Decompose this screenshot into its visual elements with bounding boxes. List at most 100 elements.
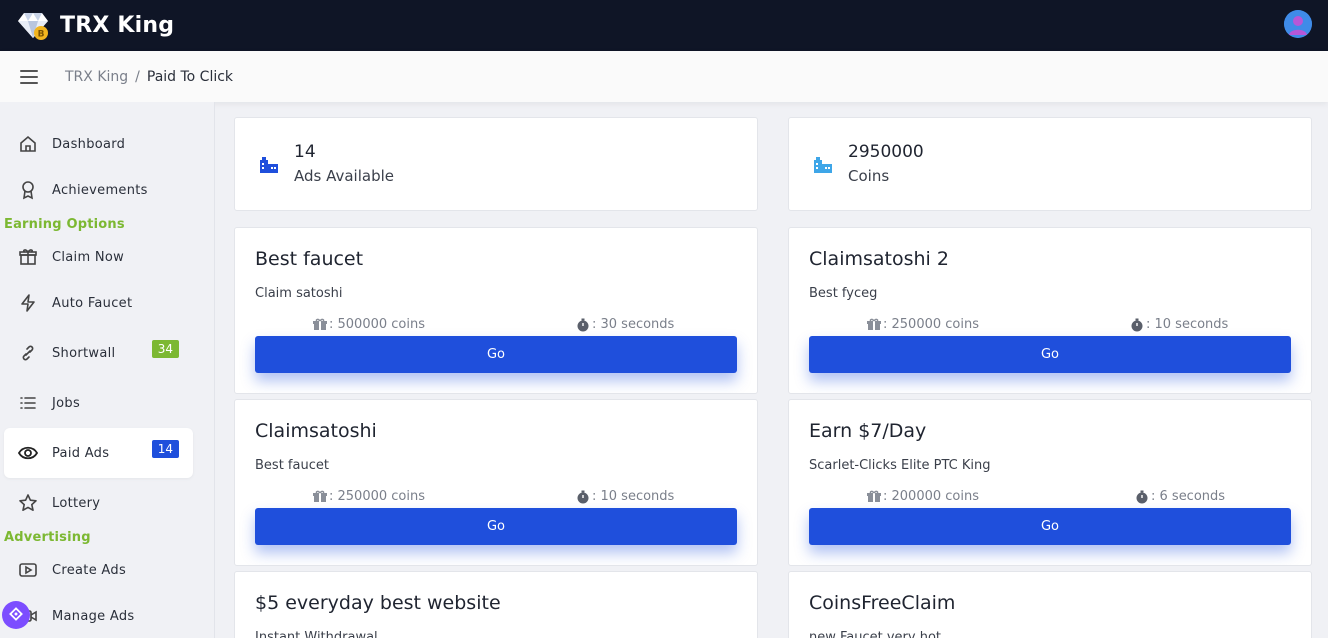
go-button[interactable]: Go <box>809 336 1291 373</box>
paid-ads-count-badge: 14 <box>151 440 179 458</box>
gift-icon <box>867 490 881 502</box>
sidebar-item-achievements[interactable]: Achievements <box>4 170 193 210</box>
ad-description: Instant Withdrawal <box>255 630 378 638</box>
list-icon <box>18 393 38 413</box>
coins-value: 2950000 <box>848 142 924 162</box>
ad-card: Claimsatoshi Best faucet : 250000 coins … <box>234 399 758 566</box>
stopwatch-icon <box>1136 490 1148 503</box>
gift-icon <box>313 490 327 502</box>
ad-reward: : 500000 coins <box>313 317 425 332</box>
breadcrumb: TRX King / Paid To Click <box>65 69 233 85</box>
breadcrumb-separator: / <box>135 68 140 85</box>
ad-duration: : 10 seconds <box>1130 317 1228 332</box>
gift-icon <box>18 247 38 267</box>
ad-duration-text: : 30 seconds <box>592 317 675 332</box>
ad-card: Best faucet Claim satoshi : 500000 coins… <box>234 227 758 394</box>
ad-description: Best fyceg <box>809 286 878 301</box>
sidebar-item-label: Shortwall <box>52 345 116 361</box>
ad-reward-text: : 250000 coins <box>883 317 979 332</box>
shortwall-count-badge: 34 <box>151 340 179 358</box>
sidebar-item-label: Achievements <box>52 182 148 198</box>
sidebar-item-lottery[interactable]: Lottery <box>4 483 193 523</box>
play-icon <box>18 560 38 580</box>
ad-card: $5 everyday best website Instant Withdra… <box>234 571 758 638</box>
floating-action-button[interactable] <box>2 601 30 629</box>
home-icon <box>18 134 38 154</box>
sidebar-item-label: Lottery <box>52 495 101 511</box>
ad-reward-text: : 200000 coins <box>883 489 979 504</box>
sidebar-item-label: Manage Ads <box>52 608 135 624</box>
building-icon <box>813 156 833 178</box>
sidebar-item-jobs[interactable]: Jobs <box>4 383 193 423</box>
brand[interactable]: B TRX King <box>16 11 174 41</box>
ad-duration: : 30 seconds <box>576 317 674 332</box>
ad-title: Claimsatoshi 2 <box>809 248 949 270</box>
ad-reward-text: : 250000 coins <box>329 489 425 504</box>
ads-available-card: 14 Ads Available <box>234 117 758 211</box>
sidebar: Dashboard Achievements Earning Options C… <box>0 102 215 638</box>
sidebar-item-label: Claim Now <box>52 249 125 265</box>
ad-duration: : 10 seconds <box>576 489 674 504</box>
sidebar-item-paid-ads[interactable]: Paid Ads 14 <box>4 428 193 478</box>
ad-reward: : 250000 coins <box>313 489 425 504</box>
diamond-logo-icon: B <box>16 11 50 41</box>
link-icon <box>18 343 38 363</box>
ads-available-count: 14 <box>294 142 316 162</box>
ad-title: CoinsFreeClaim <box>809 592 956 614</box>
section-advertising: Advertising <box>4 530 91 545</box>
sidebar-item-claim-now[interactable]: Claim Now <box>4 237 193 277</box>
sidebar-item-create-ads[interactable]: Create Ads <box>4 550 193 590</box>
section-earning-options: Earning Options <box>4 217 125 232</box>
breadcrumb-home-link[interactable]: TRX King <box>65 69 128 85</box>
ad-duration-text: : 10 seconds <box>592 489 675 504</box>
sidebar-item-label: Create Ads <box>52 562 127 578</box>
ad-description: Claim satoshi <box>255 286 343 301</box>
sidebar-item-manage-ads[interactable]: Manage Ads <box>4 596 193 636</box>
sidebar-item-label: Dashboard <box>52 136 126 152</box>
ad-reward-text: : 500000 coins <box>329 317 425 332</box>
ad-duration-text: : 10 seconds <box>1146 317 1229 332</box>
star-icon <box>18 493 38 513</box>
ad-description: new Faucet very hot <box>809 630 942 638</box>
breadcrumb-current: Paid To Click <box>146 68 234 85</box>
menu-toggle-icon[interactable] <box>20 69 38 84</box>
building-icon <box>259 156 279 178</box>
stopwatch-icon <box>1131 318 1143 331</box>
ads-available-label: Ads Available <box>294 167 394 185</box>
sidebar-item-auto-faucet[interactable]: Auto Faucet <box>4 283 193 323</box>
sidebar-item-label: Auto Faucet <box>52 295 133 311</box>
ad-title: Best faucet <box>255 248 364 270</box>
sidebar-item-shortwall[interactable]: Shortwall 34 <box>4 333 193 373</box>
ad-duration: : 6 seconds <box>1135 489 1225 504</box>
sidebar-item-label: Paid Ads <box>52 445 110 461</box>
coins-card: 2950000 Coins <box>788 117 1312 211</box>
go-button[interactable]: Go <box>809 508 1291 545</box>
svg-text:B: B <box>38 29 45 39</box>
gift-icon <box>313 318 327 330</box>
sidebar-item-label: Jobs <box>52 395 81 411</box>
go-button[interactable]: Go <box>255 336 737 373</box>
ad-card: Claimsatoshi 2 Best fyceg : 250000 coins… <box>788 227 1312 394</box>
top-navbar: B TRX King <box>0 0 1328 51</box>
gift-icon <box>867 318 881 330</box>
eye-icon <box>18 443 38 463</box>
ad-duration-text: : 6 seconds <box>1151 489 1226 504</box>
ad-reward: : 250000 coins <box>867 317 979 332</box>
coins-label: Coins <box>848 167 890 185</box>
stopwatch-icon <box>577 318 589 331</box>
award-icon <box>18 180 38 200</box>
ad-title: $5 everyday best website <box>255 592 501 614</box>
sidebar-item-dashboard[interactable]: Dashboard <box>4 124 193 164</box>
ad-card: Earn $7/Day Scarlet-Clicks Elite PTC Kin… <box>788 399 1312 566</box>
ad-reward: : 200000 coins <box>867 489 979 504</box>
ad-description: Scarlet-Clicks Elite PTC King <box>809 458 991 473</box>
go-button[interactable]: Go <box>255 508 737 545</box>
stopwatch-icon <box>577 490 589 503</box>
ad-title: Earn $7/Day <box>809 420 927 442</box>
app-title: TRX King <box>60 13 175 38</box>
lightning-icon <box>18 293 38 313</box>
diamond-nav-icon <box>9 606 23 625</box>
breadcrumb-bar: TRX King / Paid To Click <box>0 51 1328 102</box>
ad-title: Claimsatoshi <box>255 420 377 442</box>
user-avatar[interactable] <box>1284 10 1312 38</box>
